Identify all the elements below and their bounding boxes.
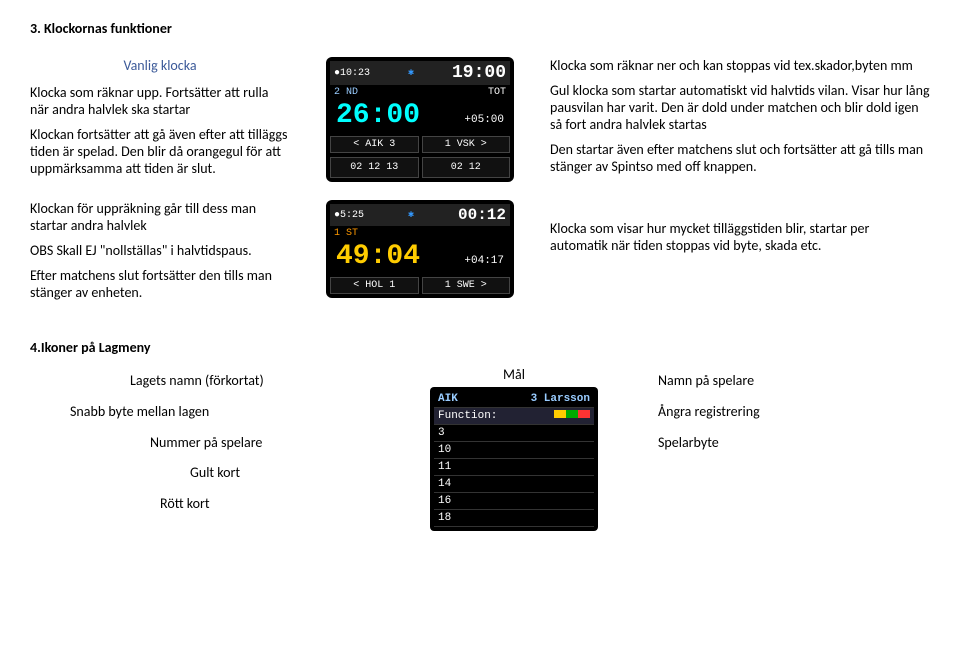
col-left2: Klockan för uppräkning går till dess man…: [30, 200, 290, 309]
device1-topbar: ●10:23 ✱ 19:00: [330, 61, 510, 85]
col-mid-device1: ●10:23 ✱ 19:00 2 ND TOT 26:00 +05:00 < A…: [320, 57, 520, 190]
section3-row2: Klockan för uppräkning går till dess man…: [30, 200, 930, 309]
table-row: 3: [434, 425, 594, 442]
red-card-icon: [578, 410, 590, 418]
table-row: 18: [434, 510, 594, 527]
row-num: 3: [438, 427, 445, 439]
menutable: AIK 3 Larsson Function: 3 10 11 14 16 18: [430, 387, 598, 531]
row-num: 16: [438, 495, 451, 507]
card-bar: [554, 410, 590, 422]
row-num: 14: [438, 478, 451, 490]
spelarbyte-label: Spelarbyte: [658, 428, 760, 459]
menutable-header: AIK 3 Larsson: [434, 391, 594, 408]
device2-score-left: < HOL 1: [330, 277, 419, 294]
bluetooth-icon: ✱: [408, 67, 414, 79]
device2-topbar: ●5:25 ✱ 00:12: [330, 204, 510, 226]
device1-main-time: 26:00: [330, 100, 464, 132]
left-para1: Klocka som räknar upp. Fortsätter att ru…: [30, 84, 290, 118]
vanlig-klocka-label: Vanlig klocka: [30, 57, 290, 74]
device1-time-right: 19:00: [452, 63, 506, 83]
rott-kort-label: Rött kort: [160, 489, 370, 520]
col-left: Vanlig klocka Klocka som räknar upp. For…: [30, 57, 290, 185]
device2-main-time: 49:04: [330, 241, 464, 273]
device1-sub-time: +05:00: [464, 114, 510, 126]
device1-goals-grid: 02 12 13 02 12: [330, 157, 510, 178]
table-row: 14: [434, 476, 594, 493]
menutable-header-right: 3 Larsson: [531, 393, 590, 405]
lagmeny-left: Lagets namn (förkortat) Snabb byte mella…: [30, 366, 370, 520]
row-num: 11: [438, 461, 451, 473]
nummer-label: Nummer på spelare: [150, 428, 370, 459]
table-row: 11: [434, 459, 594, 476]
device2-score-right: 1 SWE >: [422, 277, 511, 294]
angra-label: Ångra registrering: [658, 397, 760, 428]
device2: ●5:25 ✱ 00:12 1 ST 49:04 +04:17 < HOL 1 …: [326, 200, 514, 298]
left-para4: OBS Skall EJ "nollställas" i halvtidspau…: [30, 242, 290, 259]
lagets-namn-label: Lagets namn (förkortat): [130, 366, 370, 397]
right-para1: Klocka som räknar ner och kan stoppas vi…: [550, 57, 930, 74]
col-mid-device2: ●5:25 ✱ 00:12 1 ST 49:04 +04:17 < HOL 1 …: [320, 200, 520, 306]
device1-time-left: ●10:23: [334, 68, 370, 79]
section4-title: 4.Ikoner på Lagmeny: [30, 339, 930, 356]
snabb-byte-label: Snabb byte mellan lagen: [70, 397, 370, 428]
device1-half: 2 ND: [334, 87, 358, 98]
gult-kort-label: Gult kort: [190, 458, 370, 489]
menutable-function-row: Function:: [434, 408, 594, 425]
left-para3: Klockan för uppräkning går till dess man…: [30, 200, 290, 234]
left-para5: Efter matchens slut fortsätter den tills…: [30, 267, 290, 301]
section3-title: 3. Klockornas funktioner: [30, 20, 930, 37]
device1: ●10:23 ✱ 19:00 2 ND TOT 26:00 +05:00 < A…: [326, 57, 514, 182]
device1-tot-label: TOT: [488, 87, 506, 98]
device1-score-right: 1 VSK >: [422, 136, 511, 153]
lagmeny-device-wrap: Mål AIK 3 Larsson Function: 3 10 11 14 1…: [410, 366, 618, 531]
device2-time-right: 00:12: [458, 206, 506, 224]
right-para3: Den startar även efter matchens slut och…: [550, 141, 930, 175]
row-num: 18: [438, 512, 451, 524]
device2-sub-time: +04:17: [464, 255, 510, 267]
device2-time-left: ●5:25: [334, 210, 364, 221]
device1-g2: 02 12: [422, 157, 511, 178]
device1-score-row: < AIK 3 1 VSK >: [330, 136, 510, 153]
section3-row: Vanlig klocka Klocka som räknar upp. For…: [30, 57, 930, 190]
table-row: 16: [434, 493, 594, 510]
green-seg-icon: [566, 410, 578, 418]
right-para4: Klocka som visar hur mycket tilläggstide…: [550, 220, 930, 254]
table-row: 10: [434, 442, 594, 459]
col-right2: Klocka som visar hur mycket tilläggstide…: [550, 200, 930, 262]
device1-g1: 02 12 13: [330, 157, 419, 178]
namn-spelare-label: Namn på spelare: [658, 366, 760, 397]
lagmeny-row: Lagets namn (förkortat) Snabb byte mella…: [30, 366, 930, 531]
device2-score-row: < HOL 1 1 SWE >: [330, 277, 510, 294]
yellow-card-icon: [554, 410, 566, 418]
row-num: 10: [438, 444, 451, 456]
right-para2: Gul klocka som startar automatiskt vid h…: [550, 82, 930, 133]
mal-label: Mål: [410, 366, 618, 383]
lagmeny-right: Namn på spelare Ångra registrering Spela…: [658, 366, 760, 458]
device2-half: 1 ST: [334, 228, 358, 239]
bluetooth-icon2: ✱: [408, 209, 414, 221]
col-right: Klocka som räknar ner och kan stoppas vi…: [550, 57, 930, 183]
left-para2: Klockan fortsätter att gå även efter att…: [30, 126, 290, 177]
device1-score-left: < AIK 3: [330, 136, 419, 153]
menutable-header-left: AIK: [438, 393, 458, 405]
menutable-function-label: Function:: [438, 410, 497, 422]
